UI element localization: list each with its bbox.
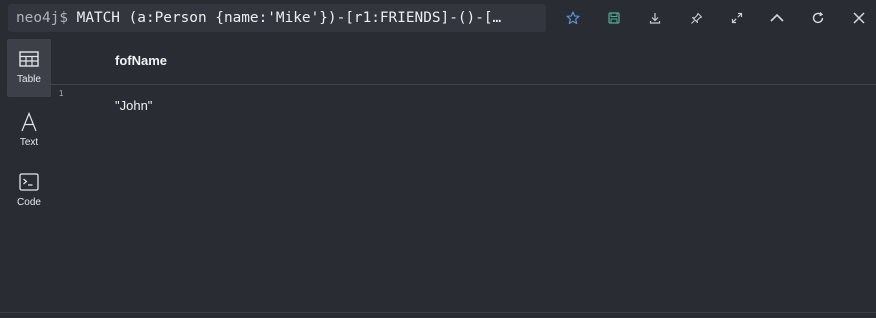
frame-divider — [0, 312, 876, 313]
result-table: fofName 1 "John" — [51, 36, 876, 318]
command-query[interactable]: MATCH (a:Person {name:'Mike'})-[r1:FRIEN… — [77, 10, 502, 26]
command-editor[interactable]: neo4j$ MATCH (a:Person {name:'Mike'})-[r… — [8, 4, 546, 32]
sidebar-item-code[interactable]: Code — [7, 162, 51, 220]
table-icon — [19, 48, 39, 70]
sidebar-item-table[interactable]: Table — [7, 39, 51, 97]
view-sidebar: Table Text Code — [0, 36, 51, 318]
table-row: 1 "John" — [51, 85, 876, 125]
text-icon — [20, 111, 38, 133]
close-icon[interactable] — [846, 5, 872, 31]
rerun-icon[interactable] — [805, 5, 831, 31]
sidebar-item-label: Text — [19, 137, 39, 148]
save-icon[interactable] — [601, 5, 627, 31]
column-header: fofName — [115, 53, 168, 68]
expand-icon[interactable] — [724, 5, 750, 31]
sidebar-item-label: Code — [17, 197, 41, 208]
sidebar-item-text[interactable]: Text — [7, 102, 51, 160]
download-icon[interactable] — [642, 5, 668, 31]
table-header: fofName — [51, 36, 876, 85]
frame-header: neo4j$ MATCH (a:Person {name:'Mike'})-[r… — [0, 0, 876, 36]
row-number: 1 — [59, 89, 64, 98]
sidebar-item-label: Table — [17, 74, 41, 85]
pin-icon[interactable] — [683, 5, 709, 31]
result-frame: neo4j$ MATCH (a:Person {name:'Mike'})-[r… — [0, 0, 876, 318]
code-icon — [19, 171, 39, 193]
table-cell: "John" — [115, 98, 153, 113]
star-icon[interactable] — [560, 5, 586, 31]
collapse-icon[interactable] — [764, 5, 790, 31]
command-prompt: neo4j$ — [16, 10, 68, 26]
